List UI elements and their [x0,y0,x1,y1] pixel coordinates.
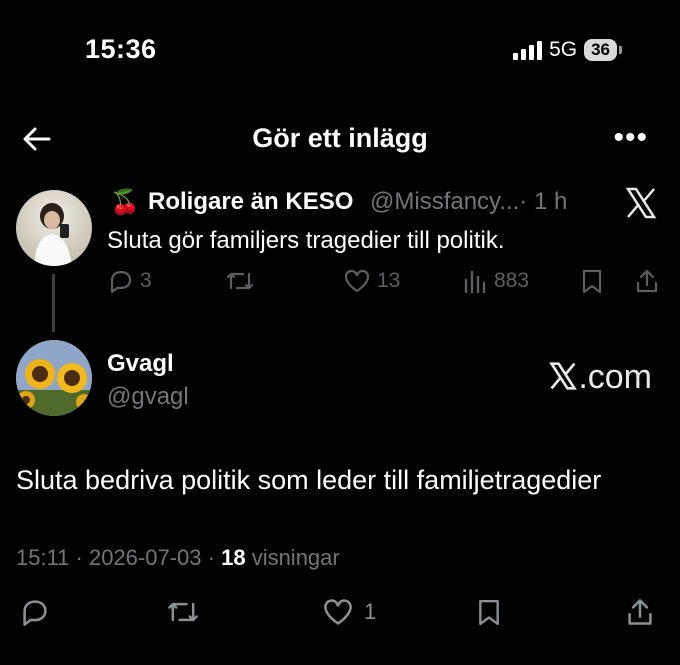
cherry-emoji: 🍒 [110,189,140,216]
battery-icon: 36 [584,39,617,61]
reply-button[interactable]: 3 [108,268,152,294]
reply-count: 3 [140,269,152,292]
status-indicators: 5G 36 [513,38,622,62]
network-type: 5G [549,38,578,61]
repost-icon [226,272,254,290]
heart-icon [344,269,370,293]
author-handle[interactable]: @gvagl [107,383,189,411]
views-icon [464,270,486,294]
signal-icon [513,40,543,60]
avatar[interactable] [16,340,92,416]
share-button[interactable] [634,268,660,294]
views-button[interactable]: 883 [462,268,529,294]
share-icon [628,599,652,625]
share-button[interactable] [625,597,655,627]
bookmark-button[interactable] [476,597,502,627]
quoted-text: Sluta gör familjers tragedier till polit… [107,227,505,254]
quoted-actions: 3 13 883 [0,268,680,298]
views-count: 18 [221,545,246,570]
reply-icon [23,600,47,626]
battery-tip [619,46,622,54]
quoted-handle[interactable]: @Missfancy... [370,188,519,215]
status-time: 15:36 [85,34,157,64]
quoted-display-name[interactable]: Roligare än KESO [148,188,353,216]
bookmark-button[interactable] [580,268,604,294]
views-count: 883 [494,269,530,292]
x-logo-icon [549,362,578,390]
repost-button[interactable] [166,597,200,627]
views-label: visningar [251,545,340,570]
post-timestamp: 15:11 · 2026-07-03 · [16,545,215,570]
x-com-watermark: .com [548,358,652,397]
author-display-name[interactable]: Gvagl [107,350,174,378]
reply-icon [110,270,132,294]
avatar[interactable] [16,190,92,266]
reply-button[interactable] [20,597,50,627]
quoted-handle-time: @Missfancy...· 1 h [370,188,567,216]
x-logo-icon [624,186,658,220]
watermark-text: .com [578,358,652,396]
like-button[interactable]: 1 [322,597,376,627]
bookmark-icon [479,599,499,626]
heart-icon [324,599,352,625]
post-text: Sluta bedriva politik som leder till fam… [16,465,602,495]
like-count: 13 [377,269,401,292]
like-count: 1 [364,599,377,624]
page-title: Gör ett inlägg [252,123,428,153]
post-actions: 1 [0,597,680,637]
share-icon [636,269,658,293]
bookmark-icon [582,269,602,294]
quoted-time: · 1 h [519,188,568,215]
more-icon[interactable]: ••• [613,123,648,153]
repost-icon [168,602,198,622]
like-button[interactable]: 13 [343,268,400,294]
repost-button[interactable] [225,268,255,294]
post-meta: 15:11 · 2026-07-03 · 18 visningar [16,545,340,571]
